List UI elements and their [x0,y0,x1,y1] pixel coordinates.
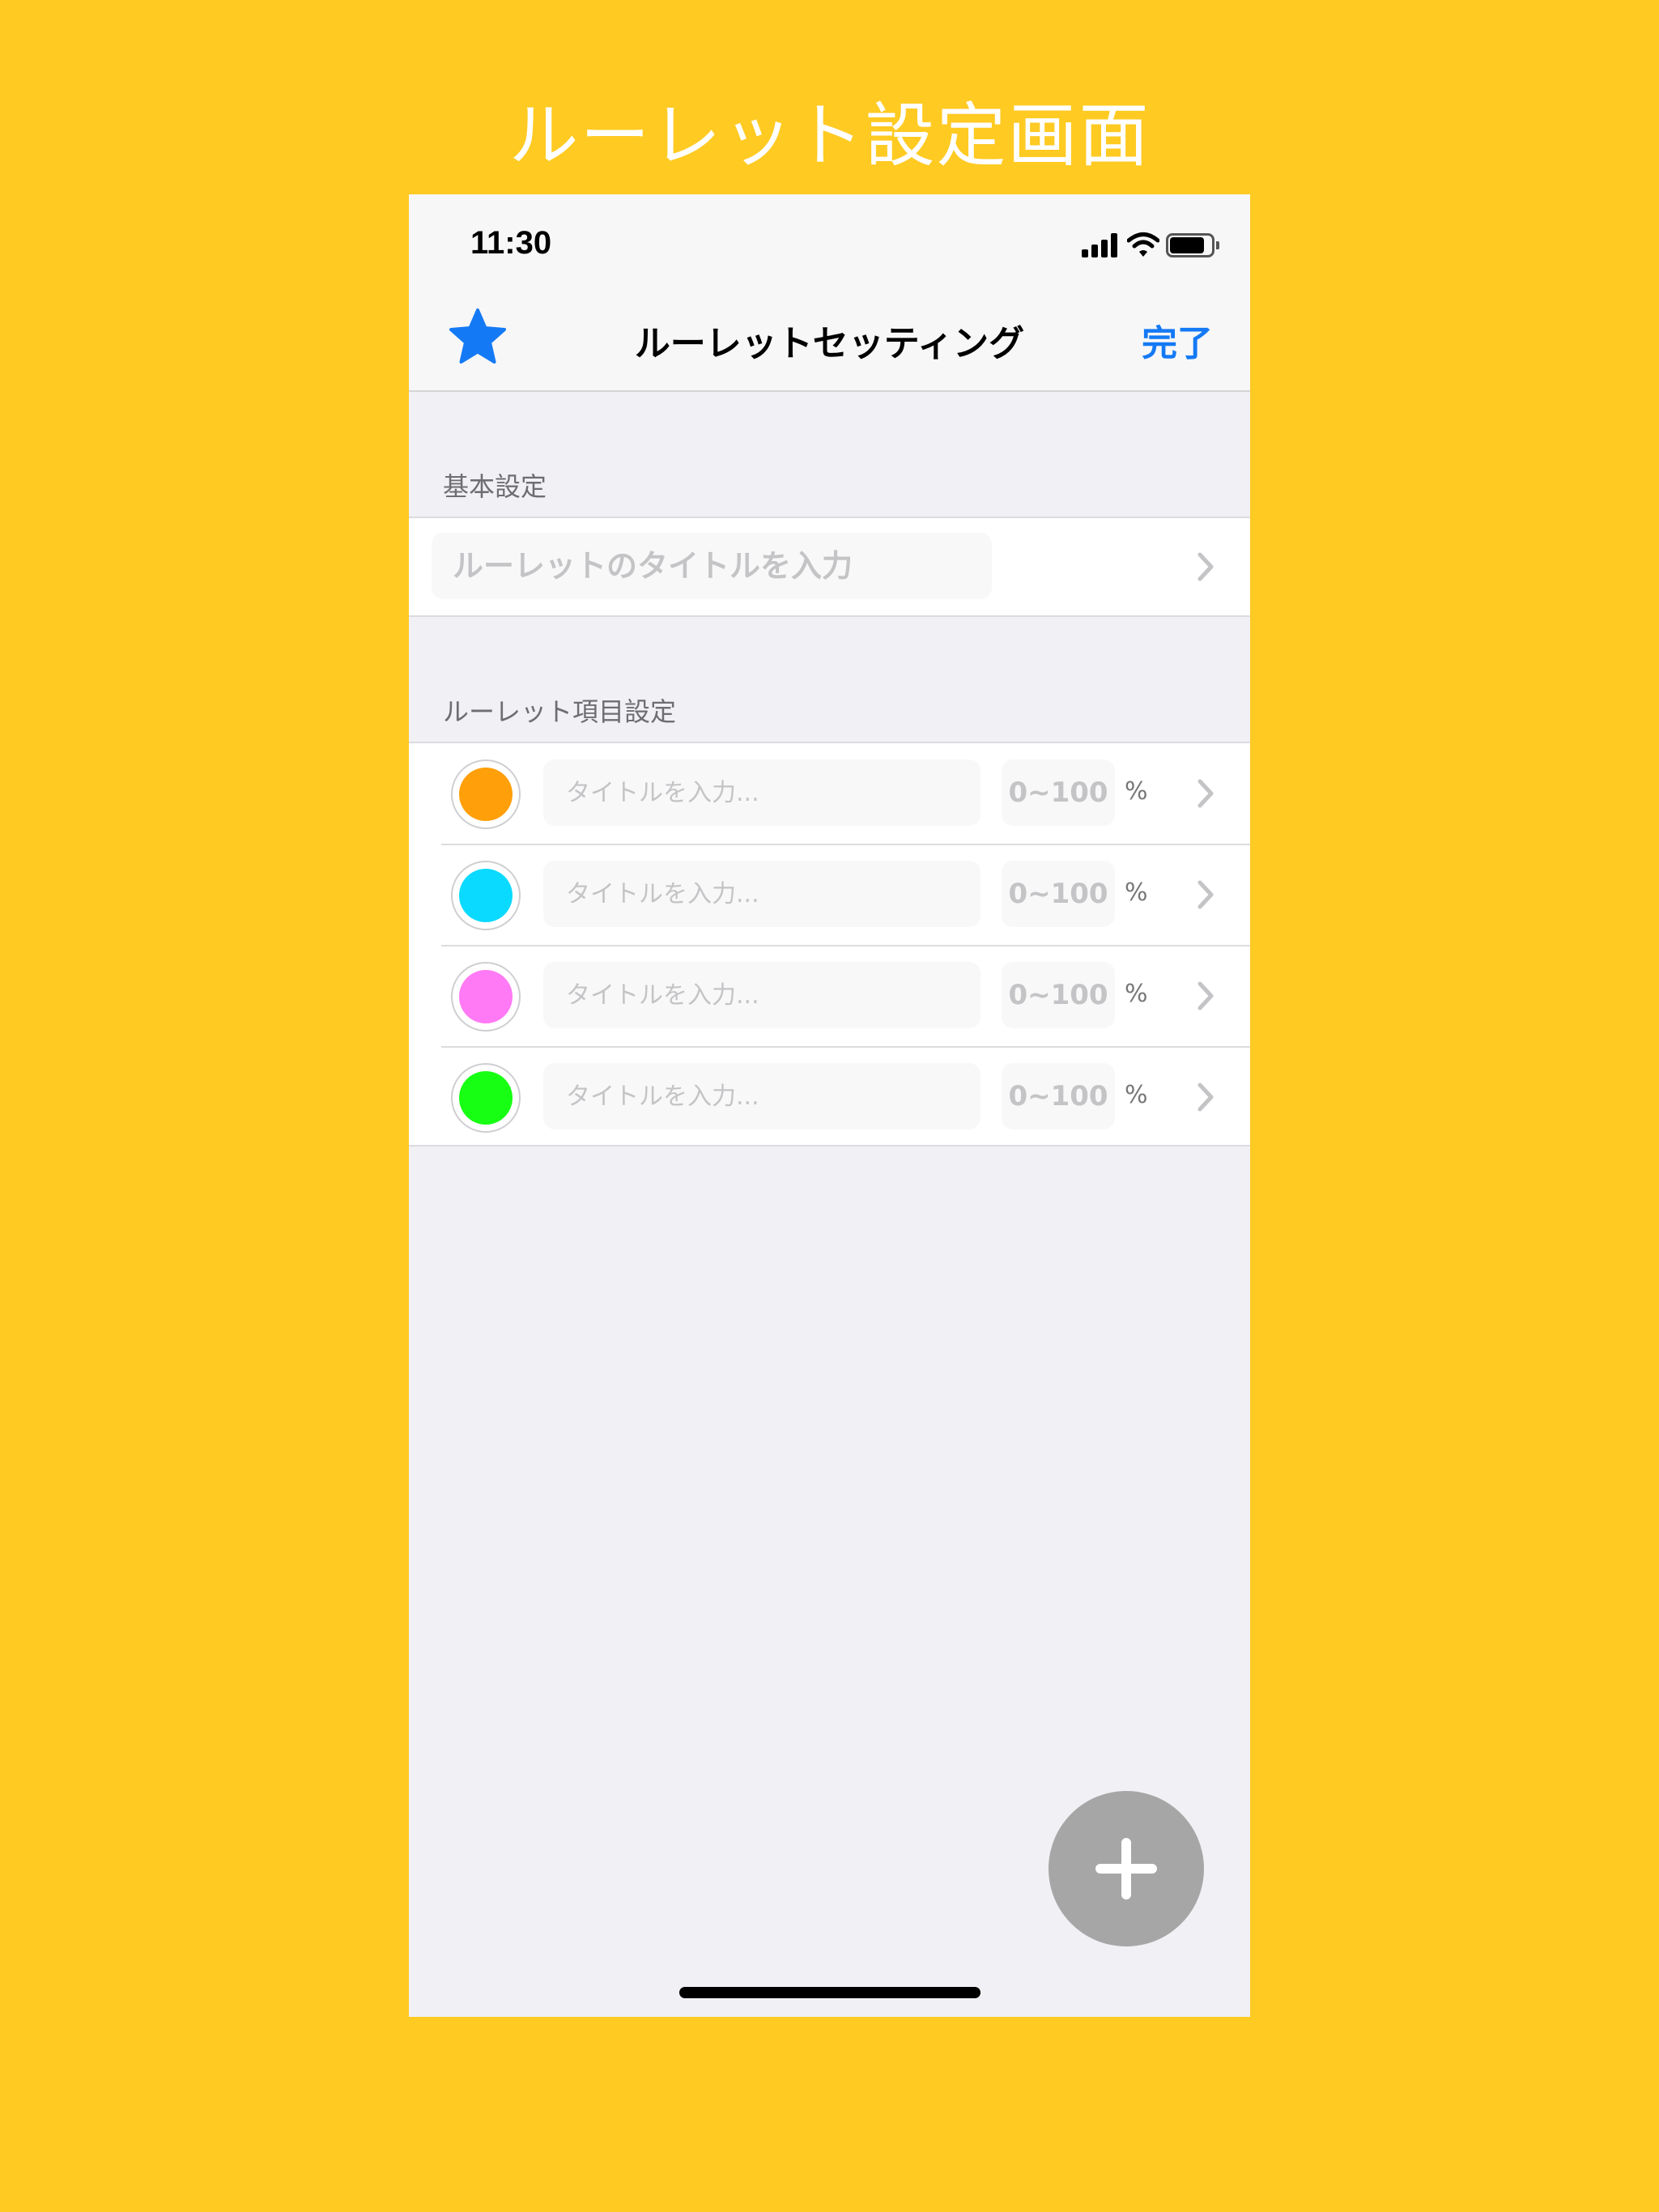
nav-title: ルーレットセッティング [634,323,1025,364]
color-dot [459,970,513,1023]
color-dot [459,869,513,922]
promo-title: ルーレット設定画面 [508,96,1151,177]
chevron-right-icon[interactable] [1196,980,1215,1012]
add-item-button[interactable] [1049,1791,1204,1946]
roulette-item-list: % % [409,742,1250,1146]
item-percent-input[interactable] [1002,1063,1115,1129]
item-percent-input[interactable] [1002,962,1115,1028]
item-title-input[interactable] [543,962,981,1028]
item-title-input[interactable] [543,759,981,826]
chevron-right-icon[interactable] [1196,777,1215,810]
wifi-icon [1127,232,1159,257]
item-percent-input[interactable] [1002,861,1115,927]
percent-unit-label: % [1125,980,1148,1008]
section-header-basic: 基本設定 [443,471,547,502]
color-swatch[interactable] [451,759,521,829]
list-item[interactable]: % [409,946,1250,1048]
chevron-right-icon[interactable] [1196,878,1215,911]
item-percent-input[interactable] [1002,759,1115,826]
percent-unit-label: % [1125,1081,1148,1109]
status-icons [1025,232,1219,259]
color-swatch[interactable] [451,861,521,930]
color-dot [459,1071,513,1125]
plus-icon [1095,1838,1157,1899]
phone-screen: 11:30 ルーレットセッティング 完了 基本設定 ルーレットのタイトルを入力 … [409,194,1250,2017]
nav-bar: ルーレットセッティング 完了 [409,283,1250,392]
done-button[interactable]: 完了 [1142,314,1213,366]
list-item[interactable]: % [409,1047,1250,1148]
color-dot [459,768,513,821]
color-swatch[interactable] [451,1063,521,1133]
item-title-input[interactable] [543,1063,981,1129]
color-swatch[interactable] [451,962,521,1032]
list-item[interactable]: % [409,743,1250,845]
home-indicator [679,1987,981,1998]
roulette-title-row[interactable] [409,517,1250,617]
section-header-items: ルーレット項目設定 [443,696,677,727]
status-bar: 11:30 [409,194,1250,283]
chevron-right-icon[interactable] [1196,551,1215,583]
chevron-right-icon[interactable] [1196,1081,1215,1113]
roulette-title-input[interactable] [432,533,992,599]
battery-icon [1166,233,1219,257]
signal-icon [1082,233,1119,257]
percent-unit-label: % [1125,878,1148,907]
list-item[interactable]: % [409,844,1250,946]
promo-page: ルーレット設定画面 11:30 ルーレットセッティング 完了 基本設定 ルーレッ… [0,0,1659,2212]
percent-unit-label: % [1125,777,1148,806]
status-time: 11:30 [470,225,552,261]
item-title-input[interactable] [543,861,981,927]
